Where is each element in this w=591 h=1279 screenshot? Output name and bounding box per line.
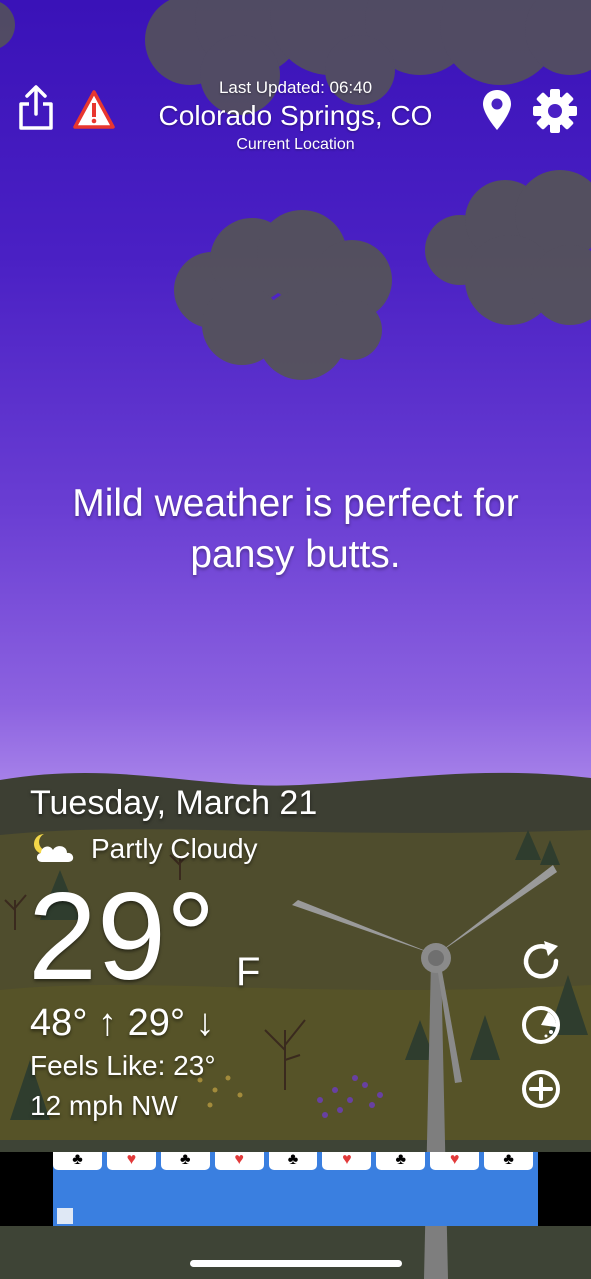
cloud-right [425,170,591,325]
ad-card: ♣ [484,1152,534,1170]
add-location-button[interactable] [518,1066,564,1112]
settings-button[interactable] [530,86,580,136]
condition-label: Partly Cloudy [91,833,258,864]
cloud-top-left [0,2,15,48]
cloud-middle [174,210,392,380]
feels-like-label: Feels Like: 23° [30,1050,216,1081]
refresh-button[interactable] [518,938,564,984]
temperature-unit[interactable]: F [236,950,260,995]
ad-banner[interactable]: ♣ ♥ ♣ ♥ ♣ ♥ ♣ ♥ ♣ [0,1152,591,1226]
ad-card: ♥ [214,1152,264,1170]
locations-button[interactable] [480,88,514,132]
high-low-temperature: 48° ↑ 29° ↓ [30,1002,215,1044]
ad-card: ♣ [53,1152,102,1170]
gear-icon [533,89,577,133]
ad-playing-cards: ♣ ♥ ♣ ♥ ♣ ♥ ♣ ♥ ♣ [53,1152,538,1172]
radar-icon [522,1006,560,1044]
ad-card: ♥ [430,1152,480,1170]
partly-cloudy-night-icon [34,834,74,862]
home-indicator[interactable] [190,1260,402,1267]
ad-card: ♣ [268,1152,318,1170]
ad-card: ♣ [376,1152,426,1170]
forecast-date: Tuesday, March 21 [30,784,318,822]
ad-choices-icon[interactable] [57,1208,73,1224]
weather-screen: { "header": { "last_updated": "Last Upda… [0,0,591,1279]
radar-button[interactable] [518,1002,564,1048]
add-icon [522,1070,560,1108]
ad-card: ♥ [322,1152,372,1170]
ad-content[interactable]: ♣ ♥ ♣ ♥ ♣ ♥ ♣ ♥ ♣ [53,1152,538,1226]
current-location-label: Current Location [236,136,355,153]
wind-label: 12 mph NW [30,1090,178,1121]
location-pin-icon [483,90,511,130]
refresh-icon [523,941,559,979]
ad-card: ♣ [160,1152,210,1170]
current-temperature: 29° [28,868,216,1006]
weather-quip: Mild weather is perfect for pansy butts. [72,482,519,576]
ad-card: ♥ [106,1152,156,1170]
